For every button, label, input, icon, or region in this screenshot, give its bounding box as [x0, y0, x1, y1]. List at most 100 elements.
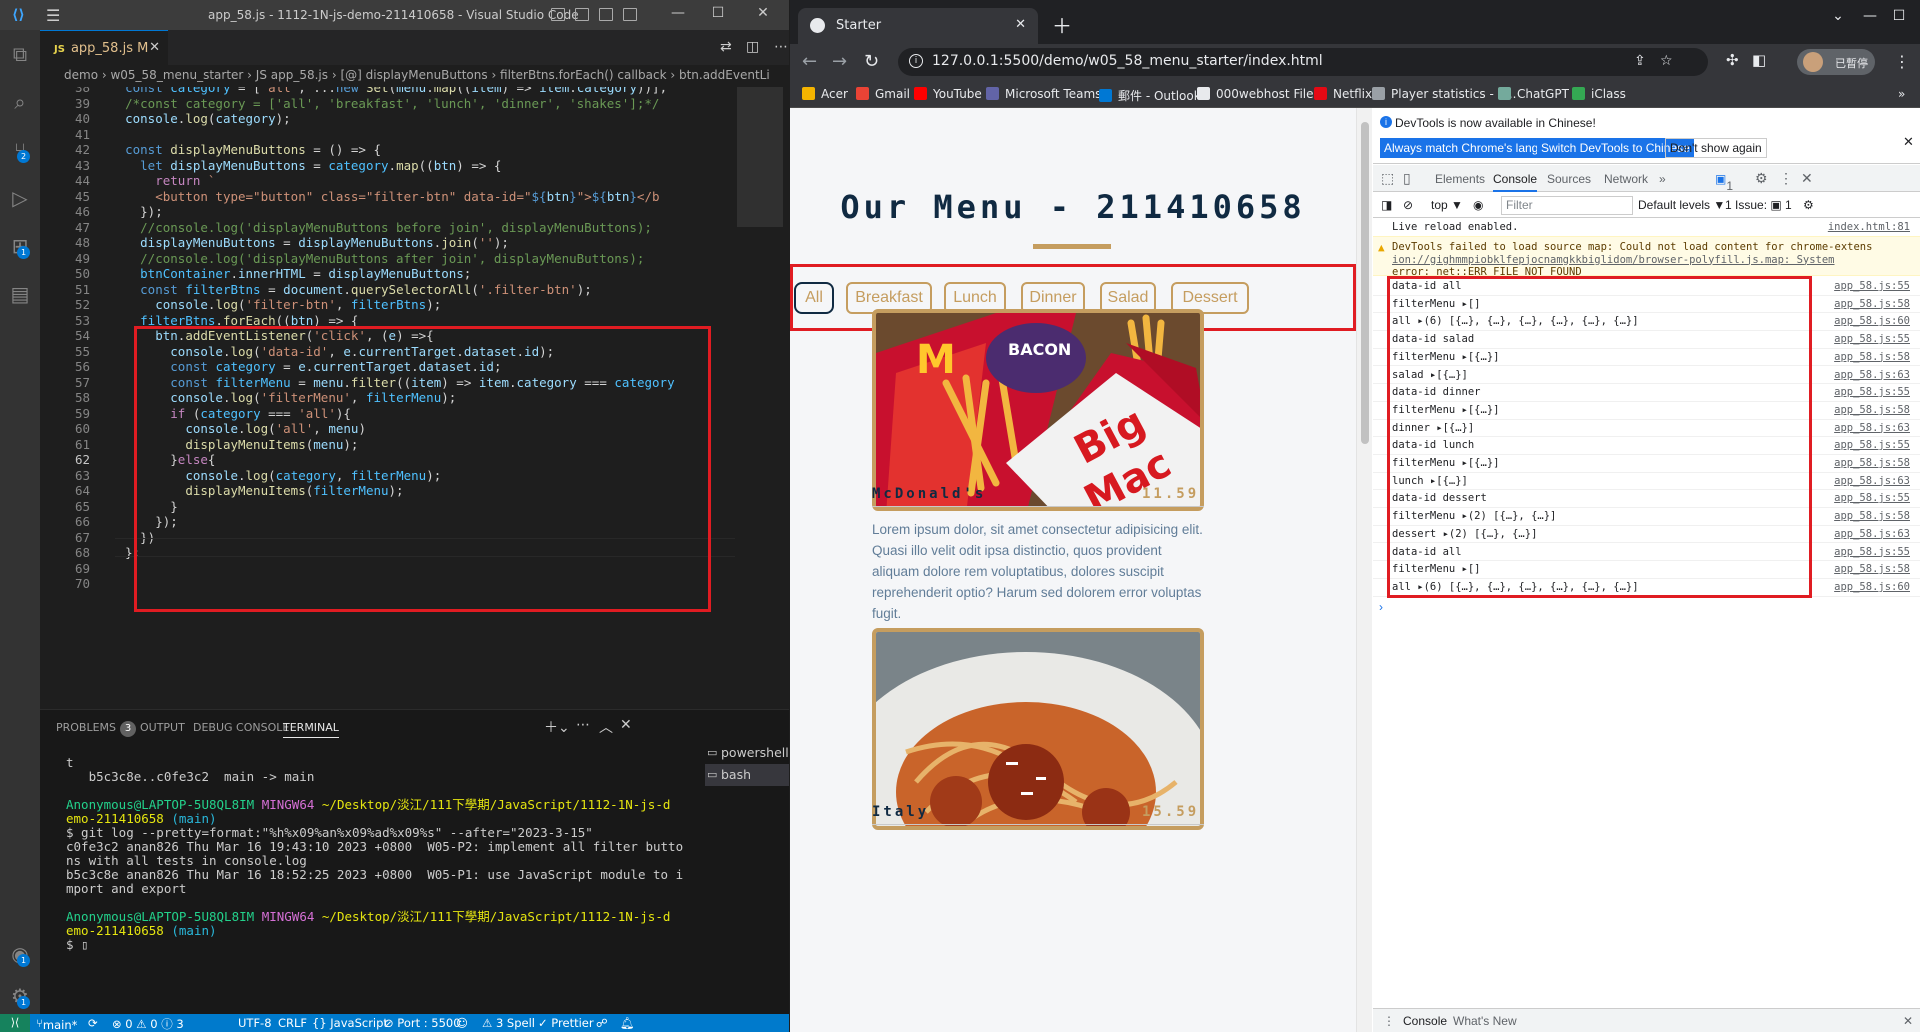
remote-indicator-icon[interactable]: ⟩⟨ [0, 1014, 30, 1032]
console-source-link[interactable]: app_58.js:55 [1834, 546, 1910, 558]
prettier-indicator[interactable]: ✓ Prettier [538, 1016, 594, 1030]
terminal-powershell[interactable]: powershell [705, 742, 789, 764]
bookmarks-overflow-icon[interactable]: » [1898, 87, 1905, 101]
tab-sources[interactable]: Sources [1547, 172, 1591, 186]
dont-show-again-button[interactable]: Don't show again [1665, 138, 1767, 158]
console-source-link[interactable]: app_58.js:63 [1834, 528, 1910, 540]
tab-terminal[interactable]: TERMINAL [283, 721, 339, 738]
terminal-bash[interactable]: bash [705, 764, 789, 786]
console-source-link[interactable]: app_58.js:58 [1834, 457, 1910, 469]
bookmark-item[interactable]: Netflix [1314, 87, 1372, 101]
side-panel-icon[interactable]: ◧ [1752, 51, 1766, 69]
bookmark-item[interactable]: Player statistics - a... [1372, 87, 1516, 101]
console-source-link[interactable]: app_58.js:63 [1834, 369, 1910, 381]
bookmark-item[interactable]: Microsoft Teams [986, 87, 1101, 101]
console-message[interactable]: Live reload enabled. index.html:81 [1373, 219, 1920, 237]
tab-elements[interactable]: Elements [1435, 172, 1485, 186]
maximize-icon[interactable]: ☐ [703, 5, 733, 21]
eol-indicator[interactable]: CRLF [278, 1016, 307, 1030]
console-source-link[interactable]: app_58.js:58 [1834, 563, 1910, 575]
minimap-slider[interactable] [737, 87, 783, 227]
console-settings-icon[interactable]: ⚙ [1803, 198, 1814, 212]
branch-indicator[interactable]: ⑂ main* [36, 1016, 77, 1032]
minimize-icon[interactable]: — [1855, 8, 1885, 24]
minimize-icon[interactable]: — [663, 5, 693, 21]
share-icon[interactable]: ⇪ [1634, 53, 1646, 69]
inspect-element-icon[interactable]: ⬚ [1381, 170, 1394, 187]
url-bar[interactable]: i 127.0.0.1:5500/demo/w05_58_menu_starte… [898, 48, 1708, 76]
close-panel-icon[interactable]: ✕ [620, 717, 632, 733]
tab-network[interactable]: Network [1604, 172, 1648, 186]
bookmark-item[interactable]: Acer [802, 87, 848, 101]
devtools-close-icon[interactable]: ✕ [1801, 170, 1813, 187]
settings-gear-icon[interactable]: ⚙1 [6, 982, 34, 1010]
console-source-link[interactable]: app_58.js:60 [1834, 315, 1910, 327]
code-line[interactable]: /*const category = ['all', 'breakfast', … [95, 96, 659, 111]
code-line[interactable]: }); [95, 204, 163, 219]
code-line[interactable]: console.log('filter-btn', filterBtns); [95, 297, 441, 312]
drawer-menu-icon[interactable]: ⋮ [1383, 1014, 1395, 1028]
run-debug-icon[interactable]: ▷ [6, 184, 34, 212]
clear-console-icon[interactable]: ⊘ [1403, 198, 1413, 212]
toggle-secondary-sidebar-icon[interactable] [599, 8, 613, 21]
code-line[interactable]: displayMenuButtons = displayMenuButtons.… [95, 235, 509, 250]
console-source-link[interactable]: app_58.js:55 [1834, 333, 1910, 345]
extensions-puzzle-icon[interactable]: ✣ [1726, 51, 1739, 69]
console-source-link[interactable]: app_58.js:58 [1834, 404, 1910, 416]
site-info-icon[interactable]: i [909, 54, 923, 68]
breadcrumb[interactable]: demo › w05_58_menu_starter › JS app_58.j… [40, 65, 789, 87]
bookmark-item[interactable]: ChatGPT [1498, 87, 1569, 101]
editor-tab-app58[interactable]: JS app_58.js M ✕ [40, 30, 168, 65]
console-source-link[interactable]: app_58.js:55 [1834, 386, 1910, 398]
console-filter-input[interactable]: Filter [1501, 196, 1633, 215]
scroll-thumb[interactable] [1361, 122, 1369, 444]
reload-icon[interactable]: ↻ [864, 51, 879, 72]
terminal-output[interactable]: t b5c3c8e..c0fe3c2 main -> main Anonymou… [66, 754, 686, 952]
browser-tab-starter[interactable]: Starter ✕ [798, 8, 1038, 44]
devtools-settings-icon[interactable]: ⚙ [1755, 170, 1768, 187]
problems-indicator[interactable]: ⊗ 0 ⚠ 0 ⓘ 3 [112, 1016, 184, 1032]
log-levels-dropdown[interactable]: Default levels ▼ [1638, 198, 1725, 212]
devtools-menu-icon[interactable]: ⋮ [1779, 170, 1793, 187]
code-line[interactable]: //console.log('displayMenuButtons before… [95, 220, 652, 235]
infobar-close-icon[interactable]: ✕ [1903, 134, 1914, 150]
context-selector[interactable]: top ▼ [1431, 198, 1463, 212]
console-source-link[interactable]: app_58.js:58 [1834, 510, 1910, 522]
extensions-icon[interactable]: ⊞1 [6, 232, 34, 260]
console-source-link[interactable]: app_58.js:60 [1834, 581, 1910, 593]
issues-counter[interactable]: 1 Issue: ▣ 1 [1725, 198, 1792, 212]
explorer-icon[interactable]: ⧉ [6, 40, 34, 68]
back-icon[interactable]: ← [802, 51, 817, 72]
live-expression-icon[interactable]: ◉ [1473, 198, 1483, 212]
code-line[interactable]: const category = ['all', ...new Set(menu… [95, 87, 667, 95]
more-actions-icon[interactable]: ⋯ [774, 39, 788, 55]
tab-console[interactable]: Console [1493, 172, 1538, 192]
code-line[interactable]: //console.log('displayMenuButtons after … [95, 251, 644, 266]
device-toolbar-icon[interactable]: ▯ [1403, 170, 1411, 187]
console-prompt-icon[interactable]: › [1379, 600, 1383, 614]
spell-check-indicator[interactable]: ⚠ 3 Spell [482, 1016, 535, 1030]
new-tab-icon[interactable]: ＋ [1052, 10, 1072, 39]
console-source-link[interactable]: app_58.js:63 [1834, 422, 1910, 434]
profile-button[interactable]: 已暫停 [1797, 49, 1875, 75]
drawer-tab-console[interactable]: Console [1403, 1014, 1447, 1028]
tab-problems[interactable]: PROBLEMS 3 [56, 721, 137, 737]
notifications-icon[interactable]: 🔔︎ [620, 1016, 635, 1030]
copilot-icon[interactable]: ☺ [456, 1016, 468, 1030]
sync-icon[interactable]: ⟳ [88, 1016, 98, 1030]
bookmark-item[interactable]: 郵件 - Outlook [1099, 87, 1201, 104]
more-tabs-icon[interactable]: » [1659, 172, 1666, 186]
bookmark-item[interactable]: 000webhost File... [1197, 87, 1325, 101]
source-control-icon[interactable]: ⑂2 [6, 136, 34, 164]
customize-layout-icon[interactable] [623, 8, 637, 21]
console-source-link[interactable]: app_58.js:63 [1834, 475, 1910, 487]
warning-line-2[interactable]: ion://gighmmpiobklfepjocnamgkkbiglidom/b… [1392, 254, 1920, 267]
bookmark-star-icon[interactable]: ☆ [1660, 53, 1673, 69]
tab-search-icon[interactable]: ⌄ [1823, 8, 1853, 24]
close-icon[interactable]: ✕ [748, 5, 778, 21]
forward-icon[interactable]: → [832, 51, 847, 72]
tab-debug-console[interactable]: DEBUG CONSOLE [193, 721, 289, 734]
code-line[interactable]: let displayMenuButtons = category.map((b… [95, 158, 501, 173]
accounts-icon[interactable]: ◉1 [6, 940, 34, 968]
page-scrollbar[interactable] [1356, 108, 1372, 1032]
